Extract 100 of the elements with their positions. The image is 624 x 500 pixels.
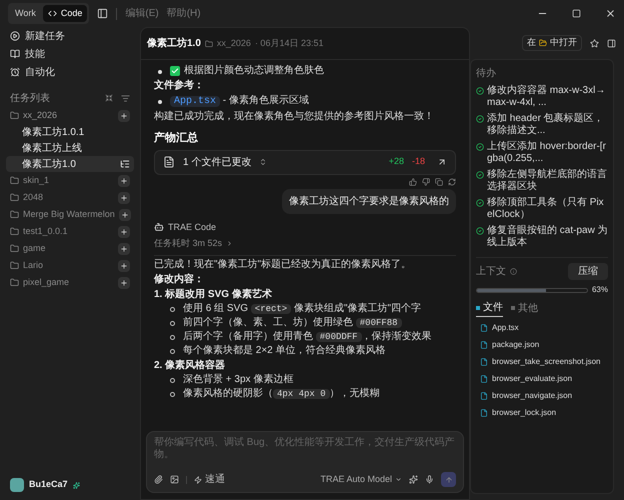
todo-text: 移除左侧导航栏底部的语言选择器区块 [487,169,608,193]
thumbs-up-icon[interactable] [409,178,417,186]
bullet-icon [170,306,175,312]
mode-button[interactable]: 速通 [194,472,225,487]
bullet-icon [170,378,175,382]
bullet-item: 像素风格的硬阴影（ 4px 4px 0 ），无模糊 [183,388,380,400]
file-icon [480,324,488,332]
task-item[interactable]: 像素工坊上线 [6,140,134,156]
file-name[interactable]: browser_take_screenshot.json [492,356,601,368]
folder-name[interactable]: game [23,242,114,256]
filter-icon[interactable] [121,94,130,102]
task-name: 像素工坊1.0 [22,158,77,172]
todo-text: 添加 header 包裹标题区，移除描述文... [487,113,605,137]
folder-name[interactable]: 2048 [23,190,114,204]
maximize-icon[interactable] [572,9,581,18]
list-icon[interactable] [120,159,130,169]
open-icon[interactable] [437,157,447,167]
avatar[interactable] [10,478,24,492]
file-name[interactable]: App.tsx [492,322,519,334]
model-selector[interactable]: TRAE Auto Model [320,472,402,486]
file-name[interactable]: package.json [492,338,540,350]
bullet-icon [158,70,162,74]
sidebar-action[interactable]: 自动化 [6,63,134,81]
add-button[interactable] [118,260,130,272]
compress-button[interactable]: 压缩 [568,263,608,280]
folder-name[interactable]: pixel_game [23,276,114,290]
add-button[interactable] [118,242,130,254]
panel-tab[interactable]: 其他 [511,300,538,317]
close-icon[interactable] [605,8,616,19]
agent-name: TRAE Code [168,220,216,234]
folder-icon [10,244,19,253]
file-name[interactable]: browser_evaluate.json [492,372,572,384]
folder-icon [10,261,19,270]
bullet-item: App.tsx - 像素角色展示区域 [170,95,309,108]
todo-text: 修复音眼按钮的 cat-paw 为线上版本 [487,225,608,249]
folder-name[interactable]: test1_0.0.1 [23,224,114,238]
file-icon [480,374,488,382]
changes-label: 1 个文件已更改 [183,156,252,170]
folder-name[interactable]: xx_2026 [23,108,114,122]
file-name[interactable]: browser_navigate.json [492,390,572,402]
code-icon [48,9,57,18]
section-title: 任务列表 [10,92,51,106]
mode-tab[interactable]: Code [42,5,88,22]
numbered-item: 2. 像素风格容器 [154,360,226,372]
microphone-icon[interactable] [425,475,434,484]
add-button[interactable] [118,208,131,220]
arrow-up-icon [444,476,452,484]
folder-name[interactable]: skin_1 [23,174,114,188]
mode-tab[interactable]: Work [10,5,41,22]
task-item[interactable]: 像素工坊1.0.1 [6,124,134,140]
menu-item[interactable]: 帮助(H) [166,6,201,21]
sparkle-icon[interactable] [409,475,418,484]
folder-icon [10,227,19,236]
task-name: 像素工坊上线 [22,142,83,156]
add-button[interactable] [118,174,130,186]
sidebar-action[interactable]: 新建任务 [6,27,134,45]
panel-tab[interactable]: 文件 [476,300,503,317]
plus-icon [120,176,128,184]
folder-icon [10,193,19,202]
info-icon[interactable] [510,268,517,275]
paragraph: 构建已成功完成，现在像素角色与您提供的参考图片风格一致！ [154,111,434,123]
chat-title: 像素工坊1.0 [147,36,201,51]
folder-icon [539,39,547,47]
folder-name[interactable]: Lario [23,258,114,272]
checklist-item: 根据图片颜色动态调整角色肤色 [184,65,324,77]
plus-icon [120,244,128,252]
attach-icon[interactable] [154,475,163,484]
sidebar-toggle-icon[interactable] [97,8,108,19]
file-name[interactable]: browser_lock.json [492,406,556,418]
bullet-item: 后两个字（备用字）使用青色 #00DDFF ，保持渐变效果 [183,330,432,342]
folder-name[interactable]: Merge Big Watermelon [23,208,115,222]
add-button[interactable] [118,226,130,238]
bullet-icon [170,334,175,340]
retry-icon[interactable] [448,178,456,186]
bullet-icon [170,348,175,354]
task-duration[interactable]: 任务耗时 3m 52s [154,237,222,250]
sidebar-action[interactable]: 技能 [6,45,134,63]
folder-icon [10,176,19,185]
image-icon[interactable] [170,475,179,484]
folder-icon [204,40,213,48]
bullet-item: 每个像素块都是 2×2 单位，符合经典像素风格 [183,344,386,356]
copy-icon[interactable] [435,178,443,186]
user-name: Bu1eCa7 [29,478,68,492]
collapse-icon[interactable] [105,94,113,102]
bullet-item: 使用 6 组 SVG <rect> 像素块组成"像素工坊"四个字 [183,302,422,314]
panel-icon[interactable] [607,38,616,48]
star-icon[interactable] [590,38,599,48]
context-title: 上下文 [476,264,506,279]
thumbs-down-icon[interactable] [422,178,430,186]
plus-icon [120,278,128,286]
add-button[interactable] [118,276,130,288]
add-button[interactable] [118,110,130,122]
expand-icon[interactable] [259,158,268,166]
menu-item[interactable]: 编辑(E) [125,6,159,21]
add-button[interactable] [118,192,130,204]
task-item[interactable]: 像素工坊1.0 [6,156,134,172]
send-button[interactable] [441,472,456,487]
open-in-button[interactable]: 在 中打开 [522,35,582,51]
folder-icon [10,210,19,219]
file-icon [480,358,488,366]
